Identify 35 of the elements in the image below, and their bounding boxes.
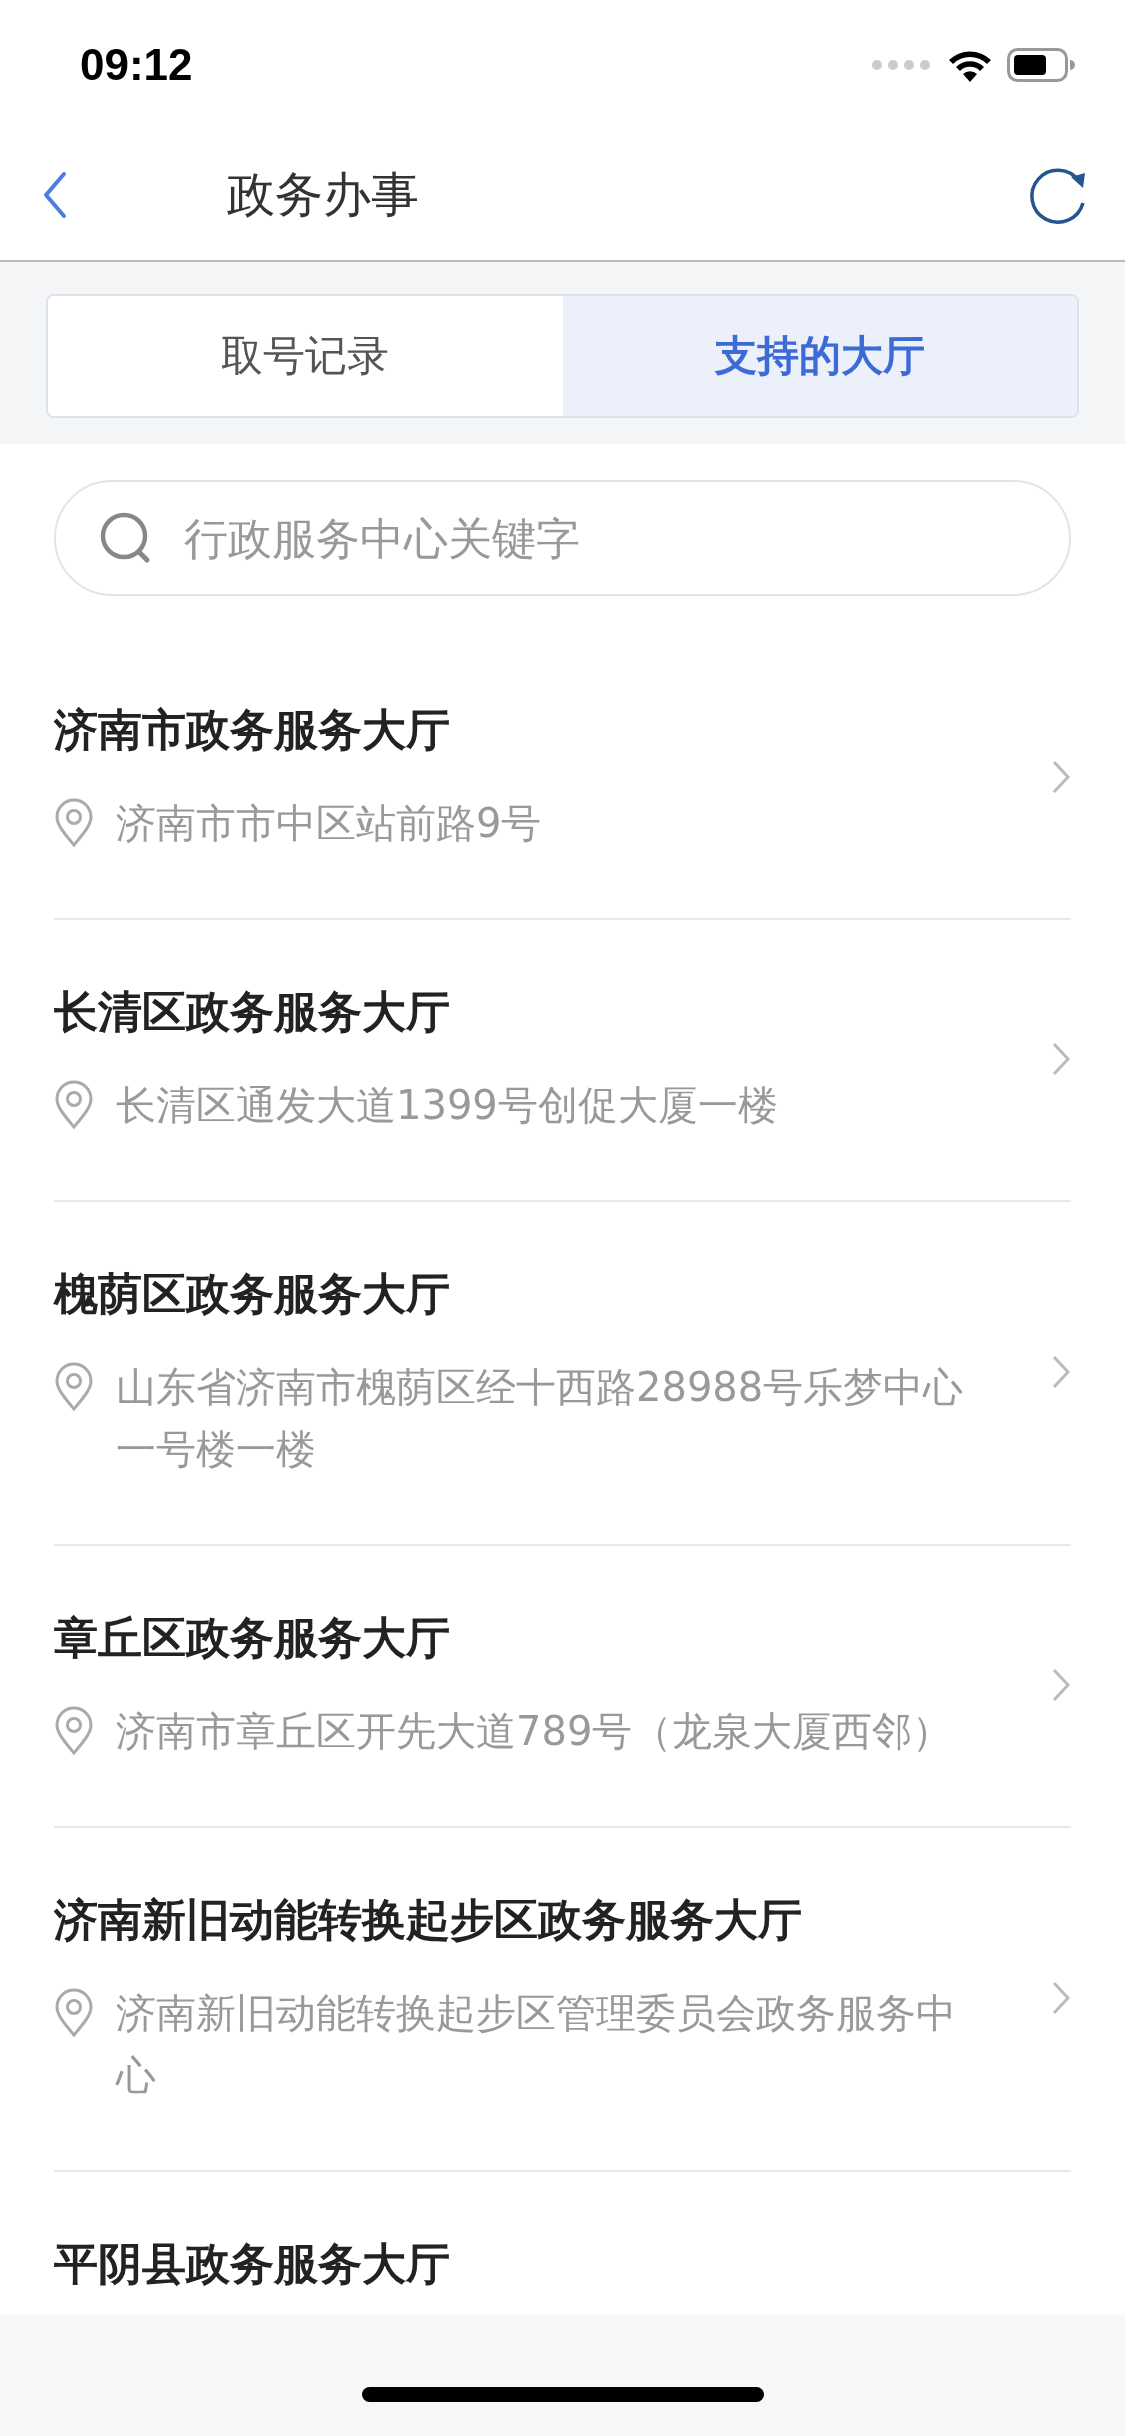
location-pin-icon [54,798,94,848]
chevron-right-icon [1051,1667,1071,1703]
hall-list-item[interactable]: 长清区政务服务大厅 长清区通发大道1399号创促大厦一楼 [54,920,1071,1202]
hall-name: 槐荫区政务服务大厅 [54,1267,451,1321]
hall-address: 山东省济南市槐荫区经十西路28988号乐梦中心一号楼一楼 [116,1363,965,1474]
hall-name: 济南市政务服务大厅 [54,703,451,757]
hall-list-item[interactable]: 济南市政务服务大厅 济南市市中区站前路9号 [54,638,1071,920]
hall-address: 长清区通发大道1399号创促大厦一楼 [116,1081,778,1130]
hall-name: 济南新旧动能转换起步区政务服务大厅 [54,1893,803,1947]
hall-name: 长清区政务服务大厅 [54,985,451,1039]
segment-tab[interactable]: 支持的大厅 [562,296,1077,416]
hall-address: 济南新旧动能转换起步区管理委员会政务服务中心 [116,1989,957,2100]
chevron-right-icon [1051,1980,1071,2016]
status-time: 09:12 [80,40,193,90]
hall-list-item[interactable]: 槐荫区政务服务大厅 山东省济南市槐荫区经十西路28988号乐梦中心一号楼一楼 [54,1202,1071,1546]
page-title: 政务办事 [227,165,420,224]
location-pin-icon [54,1362,94,1412]
hall-name: 平阴县政务服务大厅 [54,2237,451,2291]
location-pin-icon [54,1706,94,1756]
signal-icon [871,58,933,72]
hall-address: 济南市章丘区开先大道789号（龙泉大厦西邻） [116,1707,953,1756]
hall-name: 章丘区政务服务大厅 [54,1611,451,1665]
search-bar[interactable]: 行政服务中心关键字 [54,480,1071,596]
hall-list-item[interactable]: 章丘区政务服务大厅 济南市章丘区开先大道789号（龙泉大厦西邻） [54,1546,1071,1828]
location-pin-icon [54,1988,94,2038]
search-field[interactable]: 行政服务中心关键字 [182,511,1029,565]
wifi-icon [947,48,993,82]
chevron-right-icon [1051,1354,1071,1390]
location-pin-icon [54,1080,94,1130]
hall-address: 济南市市中区站前路9号 [116,799,542,848]
chevron-right-icon [1051,1041,1071,1077]
chevron-right-icon [1051,759,1071,795]
battery-icon [1007,48,1075,82]
hall-list-item[interactable]: 济南新旧动能转换起步区政务服务大厅 济南新旧动能转换起步区管理委员会政务服务中心 [54,1828,1071,2172]
back-icon [42,171,68,219]
